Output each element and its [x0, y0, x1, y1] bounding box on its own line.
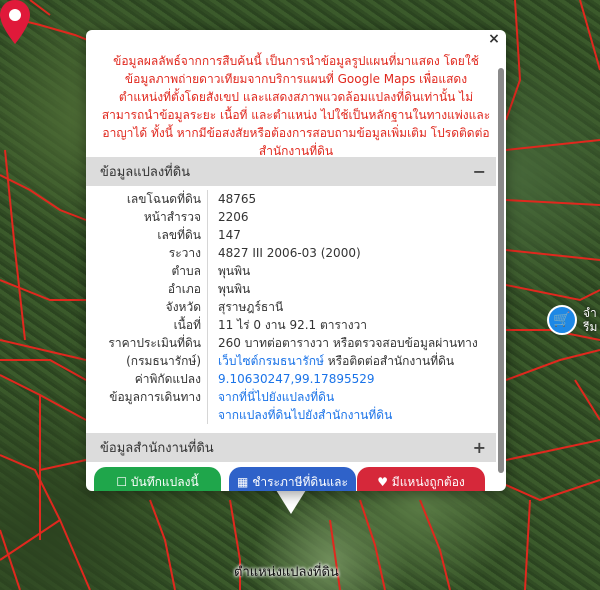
directions-to-office-link[interactable]: จากแปลงที่ดินไปยังสำนักงานที่ดิน	[207, 406, 496, 424]
row-area: เนื้อที่ 11 ไร่ 0 งาน 92.1 ตารางวา	[86, 316, 496, 334]
row-deed-number: เลขโฉนดที่ดิน 48765	[86, 190, 496, 208]
action-buttons: ☐ บันทึกแปลงนี้ ▦ ชำระภาษีที่ดินและ ♥ มี…	[86, 467, 496, 491]
expand-icon[interactable]: +	[473, 438, 486, 457]
report-position-button[interactable]: ♥ มีแหน่งถูกต้อง	[357, 467, 485, 491]
row-land-number: เลขที่ดิน 147	[86, 226, 496, 244]
row-map-sheet: ระวาง 4827 III 2006-03 (2000)	[86, 244, 496, 262]
section-title: ข้อมูลแปลงที่ดิน	[100, 165, 191, 180]
section-parcel-info-header[interactable]: ข้อมูลแปลงที่ดิน −	[86, 157, 496, 186]
poi-label: จำ รีม	[583, 306, 598, 334]
directions-to-parcel-link[interactable]: จากที่นี่ไปยังแปลงที่ดิน	[207, 388, 496, 406]
bookmark-icon: ☐	[116, 475, 131, 489]
popup-tip	[276, 490, 306, 514]
row-subdistrict: ตำบล พุนพิน	[86, 262, 496, 280]
disclaimer-text: ข้อมูลผลลัพธ์จากการสืบค้นนี้ เป็นการนำข้…	[101, 54, 491, 158]
parcel-info-table: เลขโฉนดที่ดิน 48765 หน้าสำรวจ 2206 เลขที…	[86, 186, 496, 424]
section-title: ข้อมูลสำนักงานที่ดิน	[100, 441, 214, 456]
treasury-website-link[interactable]: เว็บไซต์กรมธนารักษ์	[218, 354, 324, 368]
shopping-cart-icon[interactable]: 🛒	[547, 305, 577, 335]
coordinates-link[interactable]: 9.10630247,99.17895529	[207, 370, 496, 388]
save-parcel-button[interactable]: ☐ บันทึกแปลงนี้	[94, 467, 221, 491]
row-coordinates: ค่าพิกัดแปลง 9.10630247,99.17895529	[86, 370, 496, 388]
section-land-office-header[interactable]: ข้อมูลสำนักงานที่ดิน +	[86, 433, 496, 462]
parcel-info-popup: × ข้อมูลผลลัพธ์จากการสืบค้นนี้ เป็นการนำ…	[86, 30, 506, 491]
scrollbar[interactable]	[498, 68, 504, 473]
row-directions-office: จากแปลงที่ดินไปยังสำนักงานที่ดิน	[86, 406, 496, 424]
pin-label: ตำแหน่งแปลงที่ดิน	[234, 565, 339, 580]
pay-land-tax-button[interactable]: ▦ ชำระภาษีที่ดินและ	[229, 467, 356, 491]
collapse-icon[interactable]: −	[473, 162, 486, 181]
row-survey-page: หน้าสำรวจ 2206	[86, 208, 496, 226]
qr-code-icon: ▦	[237, 475, 253, 489]
row-province: จังหวัด สุราษฎร์ธานี	[86, 298, 496, 316]
row-treasury: (กรมธนารักษ์) เว็บไซต์กรมธนารักษ์ หรือติ…	[86, 352, 496, 370]
row-appraisal-price: ราคาประเมินที่ดิน 260 บาทต่อตารางวา หรือ…	[86, 334, 496, 352]
row-district: อำเภอ พุนพิน	[86, 280, 496, 298]
row-directions: ข้อมูลการเดินทาง จากที่นี่ไปยังแปลงที่ดิ…	[86, 388, 496, 406]
heart-icon: ♥	[377, 475, 392, 489]
close-button[interactable]: ×	[486, 32, 502, 48]
popup-content: ข้อมูลผลลัพธ์จากการสืบค้นนี้ เป็นการนำข้…	[86, 30, 506, 491]
location-pin-icon[interactable]	[0, 0, 30, 44]
